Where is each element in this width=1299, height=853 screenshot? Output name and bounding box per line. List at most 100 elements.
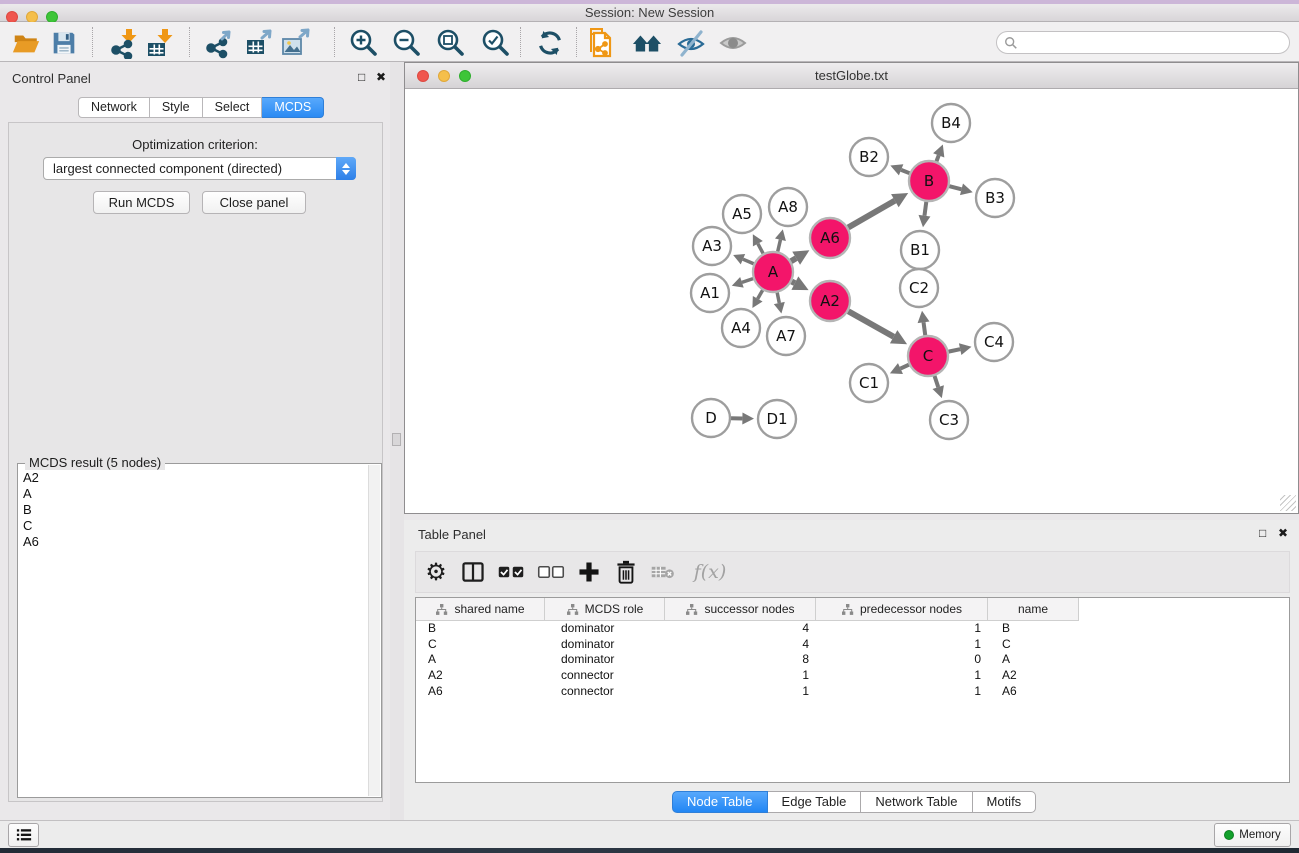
- graph-edge-A-A3[interactable]: [743, 259, 754, 264]
- graph-edge-A-A4[interactable]: [758, 290, 763, 299]
- table-row[interactable]: Cdominator41C: [416, 637, 1289, 653]
- table-float-icon[interactable]: □: [1259, 527, 1266, 539]
- mcds-result-item[interactable]: C: [18, 518, 369, 534]
- table-cell[interactable]: 4: [665, 621, 816, 637]
- delete-table-button[interactable]: [646, 552, 680, 592]
- graph-edge-C-C2[interactable]: [924, 322, 926, 335]
- table-row[interactable]: A6connector11A6: [416, 684, 1289, 700]
- search-input[interactable]: [1018, 36, 1289, 50]
- window-resize-grip[interactable]: [1280, 495, 1296, 511]
- column-header-mcds-role[interactable]: MCDS role: [545, 598, 665, 621]
- table-cell[interactable]: B: [416, 621, 545, 637]
- tab-network[interactable]: Network: [78, 97, 150, 118]
- float-panel-icon[interactable]: □: [358, 71, 365, 83]
- home-button[interactable]: [630, 27, 664, 59]
- column-header-name[interactable]: name: [988, 598, 1079, 621]
- table-cell[interactable]: A: [988, 652, 1079, 668]
- table-cell[interactable]: 1: [816, 637, 988, 653]
- task-history-button[interactable]: [8, 823, 39, 847]
- network-minimize-button[interactable]: [438, 70, 450, 82]
- table-cell[interactable]: dominator: [545, 621, 665, 637]
- table-cell[interactable]: connector: [545, 684, 665, 700]
- panel-splitter[interactable]: [390, 62, 404, 820]
- graph-edge-A-A7[interactable]: [777, 293, 779, 303]
- table-cell[interactable]: A2: [416, 668, 545, 684]
- table-cell[interactable]: A2: [988, 668, 1079, 684]
- network-window-titlebar[interactable]: testGlobe.txt: [405, 63, 1298, 89]
- table-row[interactable]: A2connector11A2: [416, 668, 1289, 684]
- result-scrollbar[interactable]: [368, 465, 380, 796]
- hide-graphics-details-button[interactable]: [674, 27, 708, 59]
- open-session-button[interactable]: [9, 27, 43, 59]
- save-session-button[interactable]: [47, 27, 81, 59]
- column-header-predecessor-nodes[interactable]: predecessor nodes: [816, 598, 988, 621]
- deselect-all-button[interactable]: [534, 552, 568, 592]
- network-view-window[interactable]: testGlobe.txt B4B2BB3A5A8A6B1A3AC2A1A2A4…: [404, 62, 1299, 514]
- tab-motifs[interactable]: Motifs: [973, 791, 1037, 813]
- table-cell[interactable]: 4: [665, 637, 816, 653]
- table-cell[interactable]: 1: [816, 668, 988, 684]
- graph-edge-B-B3[interactable]: [949, 186, 961, 189]
- table-cell[interactable]: 1: [816, 621, 988, 637]
- delete-column-button[interactable]: [609, 552, 643, 592]
- mcds-result-item[interactable]: A: [18, 486, 369, 502]
- function-builder-button[interactable]: f(x): [688, 552, 732, 592]
- graph-edge-C-C3[interactable]: [935, 376, 939, 387]
- graph-edge-B-B4[interactable]: [936, 155, 938, 161]
- search-field[interactable]: [996, 31, 1290, 54]
- tab-network-table[interactable]: Network Table: [861, 791, 972, 813]
- table-cell[interactable]: B: [988, 621, 1079, 637]
- table-cell[interactable]: A: [416, 652, 545, 668]
- tab-select[interactable]: Select: [203, 97, 263, 118]
- graph-edge-A-A2[interactable]: [792, 282, 795, 284]
- table-cell[interactable]: connector: [545, 668, 665, 684]
- table-cell[interactable]: A6: [988, 684, 1079, 700]
- graph-edge-A-A6[interactable]: [791, 258, 796, 261]
- splitter-handle[interactable]: [392, 433, 401, 446]
- table-row[interactable]: Adominator80A: [416, 652, 1289, 668]
- close-panel-icon[interactable]: ✖: [376, 71, 386, 83]
- export-table-button[interactable]: [242, 27, 276, 59]
- graph-edge-A2-C[interactable]: [848, 311, 893, 336]
- import-network-button[interactable]: [107, 27, 141, 59]
- graph-edge-A-A5[interactable]: [758, 244, 763, 254]
- run-mcds-button[interactable]: Run MCDS: [93, 191, 190, 214]
- table-cell[interactable]: 1: [665, 684, 816, 700]
- zoom-fit-button[interactable]: [434, 27, 468, 59]
- import-table-button[interactable]: [143, 27, 177, 59]
- graph-edge-A-A8[interactable]: [778, 240, 781, 252]
- zoom-selected-button[interactable]: [479, 27, 513, 59]
- table-close-icon[interactable]: ✖: [1278, 527, 1288, 539]
- table-cell[interactable]: 0: [816, 652, 988, 668]
- table-cell[interactable]: C: [988, 637, 1079, 653]
- tab-edge-table[interactable]: Edge Table: [768, 791, 862, 813]
- network-zoom-button[interactable]: [459, 70, 471, 82]
- mcds-result-item[interactable]: A2: [18, 470, 369, 486]
- new-network-from-selection-button[interactable]: [584, 27, 618, 59]
- zoom-in-button[interactable]: [347, 27, 381, 59]
- mcds-result-list[interactable]: A2ABCA6: [18, 470, 369, 797]
- tab-style[interactable]: Style: [150, 97, 203, 118]
- column-header-shared-name[interactable]: shared name: [416, 598, 545, 621]
- table-settings-button[interactable]: ⚙: [419, 552, 453, 592]
- graph-edge-A-A1[interactable]: [742, 279, 753, 283]
- table-cell[interactable]: 8: [665, 652, 816, 668]
- tab-mcds[interactable]: MCDS: [262, 97, 324, 118]
- table-cell[interactable]: dominator: [545, 652, 665, 668]
- graph-edge-B-B1[interactable]: [924, 202, 926, 216]
- column-header-successor-nodes[interactable]: successor nodes: [665, 598, 816, 621]
- network-canvas[interactable]: B4B2BB3A5A8A6B1A3AC2A1A2A4A7C4CC1C3DD1: [406, 89, 1297, 513]
- graph-edge-A6-B[interactable]: [848, 201, 895, 228]
- tab-node-table[interactable]: Node Table: [672, 791, 768, 813]
- apply-layout-button[interactable]: [533, 27, 567, 59]
- table-cell[interactable]: dominator: [545, 637, 665, 653]
- export-network-button[interactable]: [203, 27, 237, 59]
- graph-edge-C-C4[interactable]: [949, 349, 961, 351]
- add-column-button[interactable]: [572, 552, 606, 592]
- criterion-select[interactable]: largest connected component (directed): [43, 157, 356, 180]
- table-cell[interactable]: A6: [416, 684, 545, 700]
- table-row[interactable]: Bdominator41B: [416, 621, 1289, 637]
- export-image-button[interactable]: [279, 27, 313, 59]
- app-titlebar[interactable]: Session: New Session: [0, 4, 1299, 22]
- show-hidden-button[interactable]: [716, 27, 750, 59]
